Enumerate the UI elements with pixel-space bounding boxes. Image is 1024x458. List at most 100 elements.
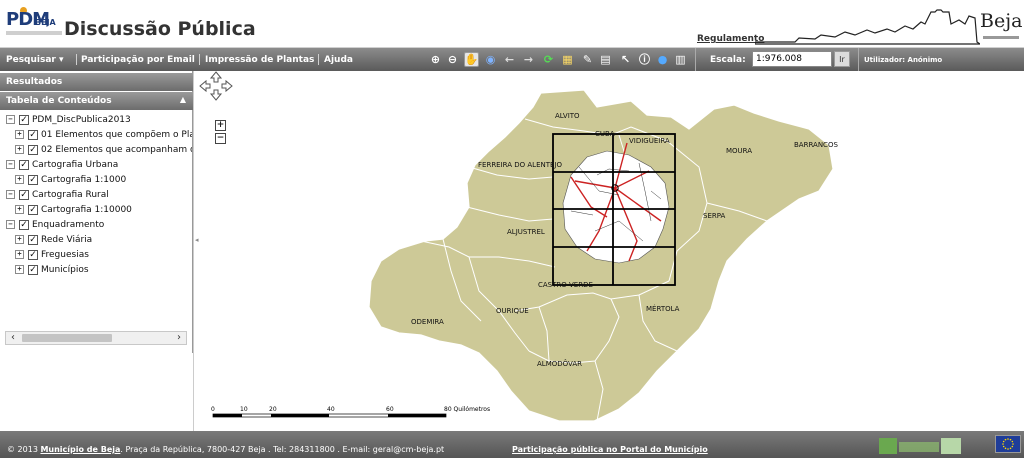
municipality-label: CASTRO VERDE [538,281,593,289]
eu-star-icon [1004,447,1007,450]
resultados-header[interactable]: Resultados [0,73,193,91]
scroll-right-icon[interactable]: › [172,332,186,344]
layer-visibility-checkbox[interactable]: ✓ [28,234,38,245]
layer-tree-item[interactable]: + ✓02 Elementos que acompanham o Plano [15,142,192,157]
menu-pesquisar[interactable]: Pesquisar ▾ [6,55,64,65]
layer-tree-item[interactable]: − ✓ Cartografia Rural [6,187,109,202]
pan-hand-icon[interactable]: ✋ [464,52,479,67]
collapse-minus-icon[interactable]: − [6,220,15,229]
layer-tree-item[interactable]: + ✓ Cartografia 1:10000 [15,202,132,217]
eu-star-icon [1002,445,1005,448]
tabela-conteudos-header[interactable]: Tabela de Conteúdos ▲ [0,92,193,110]
expand-plus-icon[interactable]: + [15,235,24,244]
pdm-beja-logo: PDM BEJA [6,7,62,43]
layer-visibility-checkbox[interactable]: ✓ [19,189,29,200]
scroll-left-icon[interactable]: ‹ [6,332,20,344]
menu-separator [199,54,200,65]
pan-arrows-icon[interactable] [199,71,233,101]
municipality-label: SERPA [703,212,726,220]
expand-plus-icon[interactable]: + [15,265,24,274]
layer-tree-label: 02 Elementos que acompanham o Plano [41,144,192,155]
back-arrow-icon[interactable]: ← [502,52,517,67]
collapse-minus-icon[interactable]: − [6,160,15,169]
municipality-label: VIDIGUEIRA [629,137,670,145]
layer-visibility-checkbox[interactable]: ✓ [28,144,38,155]
eu-star-icon [1007,438,1009,440]
layers-icon[interactable]: ▥ [673,52,688,67]
zoom-out-icon[interactable]: ⊖ [445,52,460,67]
scale-bar-segment [271,414,329,417]
eu-star-icon [1002,443,1004,445]
scroll-thumb[interactable] [22,334,112,342]
collapse-minus-icon[interactable]: − [6,190,15,199]
tabela-conteudos-label: Tabela de Conteúdos [6,96,112,106]
scale-bar-tick-label: 80 Quilómetros [444,406,490,413]
expand-plus-icon[interactable]: + [15,130,24,139]
layer-visibility-checkbox[interactable]: ✓ [28,174,38,185]
footer-contact: © 2013 Município de Beja. Praça da Repúb… [7,445,444,454]
map-zoom-in-button[interactable]: + [215,120,226,131]
layer-tree-label: Cartografia Rural [32,189,109,200]
layer-tree: − ✓ PDM_DiscPublica2013 + ✓ 01 Elementos que … [0,111,192,326]
header: PDM BEJA Discussão Pública Regulamento B… [0,0,1024,48]
collapse-up-icon[interactable]: ▲ [180,95,186,104]
expand-plus-icon[interactable]: + [15,145,24,154]
layer-visibility-checkbox[interactable]: ✓ [19,114,29,125]
layer-tree-item[interactable]: + ✓ 01 Elementos que compõem o Plano [15,127,192,142]
ir-button[interactable]: Ir [834,51,850,67]
layer-tree-item[interactable]: + ✓ Municípios [15,262,89,277]
municipality-label: OURIQUE [496,307,529,315]
earth-icon[interactable]: ● [655,52,670,67]
map-zoom-out-button[interactable]: − [215,133,226,144]
layer-tree-label: Municípios [41,264,89,275]
print-icon[interactable]: ▤ [598,52,613,67]
layer-tree-item[interactable]: + ✓ Cartografia 1:1000 [15,172,126,187]
escala-input[interactable] [752,51,832,67]
layer-visibility-checkbox[interactable]: ✓ [28,204,38,215]
layer-tree-item[interactable]: − ✓ Enquadramento [6,217,104,232]
expand-plus-icon[interactable]: + [15,205,24,214]
layer-visibility-checkbox[interactable]: ✓ [19,159,29,170]
select-icon[interactable]: ▦ [560,52,575,67]
map-viewport[interactable]: ALVITO CUBA VIDIGUEIRA MOURA BARRANCOS FERREI… [199,71,1024,431]
municipality-label: ALVITO [555,112,580,120]
layer-visibility-checkbox[interactable]: ✓ [28,249,38,260]
layer-visibility-checkbox[interactable]: ✓ [19,219,29,230]
scale-bar-segment [213,414,242,417]
menu-separator [76,54,77,65]
beja-brand-underline [983,36,1019,39]
toolbar-divider [858,48,859,71]
refresh-icon[interactable]: ⟳ [541,52,556,67]
horizontal-scrollbar[interactable]: ‹ › [5,331,187,345]
expand-plus-icon[interactable]: + [15,250,24,259]
layer-tree-label: Freguesias [41,249,89,260]
layer-tree-item[interactable]: − ✓ Cartografia Urbana [6,157,118,172]
zoom-in-icon[interactable]: ⊕ [428,52,443,67]
layer-visibility-checkbox[interactable]: ✓ [28,129,38,140]
layer-tree-item[interactable]: + ✓ Freguesias [15,247,89,262]
forward-arrow-icon[interactable]: → [521,52,536,67]
layer-tree-label: Cartografia 1:1000 [41,174,127,185]
menu-ajuda[interactable]: Ajuda [324,55,353,65]
menu-impressao-plantas[interactable]: Impressão de Plantas [205,55,314,65]
municipio-link[interactable]: Município de Beja [40,445,120,454]
expand-plus-icon[interactable]: + [15,175,24,184]
globe-zoom-icon[interactable]: ◉ [483,52,498,67]
layer-tree-item[interactable]: − ✓ PDM_DiscPublica2013 [6,112,131,127]
collapse-minus-icon[interactable]: − [6,115,15,124]
portal-participacao-link[interactable]: Participação pública no Portal do Municí… [512,445,708,454]
layer-visibility-checkbox[interactable]: ✓ [28,264,38,275]
toolbar-divider [695,48,696,71]
splitter-grip-icon: ◂ [195,236,199,244]
info-icon[interactable]: ⓘ [637,52,652,67]
layer-tree-label: Cartografia Urbana [32,159,119,170]
pointer-icon[interactable]: ↖ [618,52,633,67]
layer-tree-label: Enquadramento [32,219,105,230]
municipality-label: ODEMIRA [411,318,444,326]
map-canvas[interactable]: ALVITO CUBA VIDIGUEIRA MOURA BARRANCOS FERREI… [199,71,1024,431]
menu-participacao-email[interactable]: Participação por Email [81,55,195,65]
measure-icon[interactable]: ✎ [580,52,595,67]
eu-flag-icon [995,435,1021,453]
layer-tree-item[interactable]: + ✓ Rede Viária [15,232,92,247]
eu-star-icon [1011,440,1014,443]
